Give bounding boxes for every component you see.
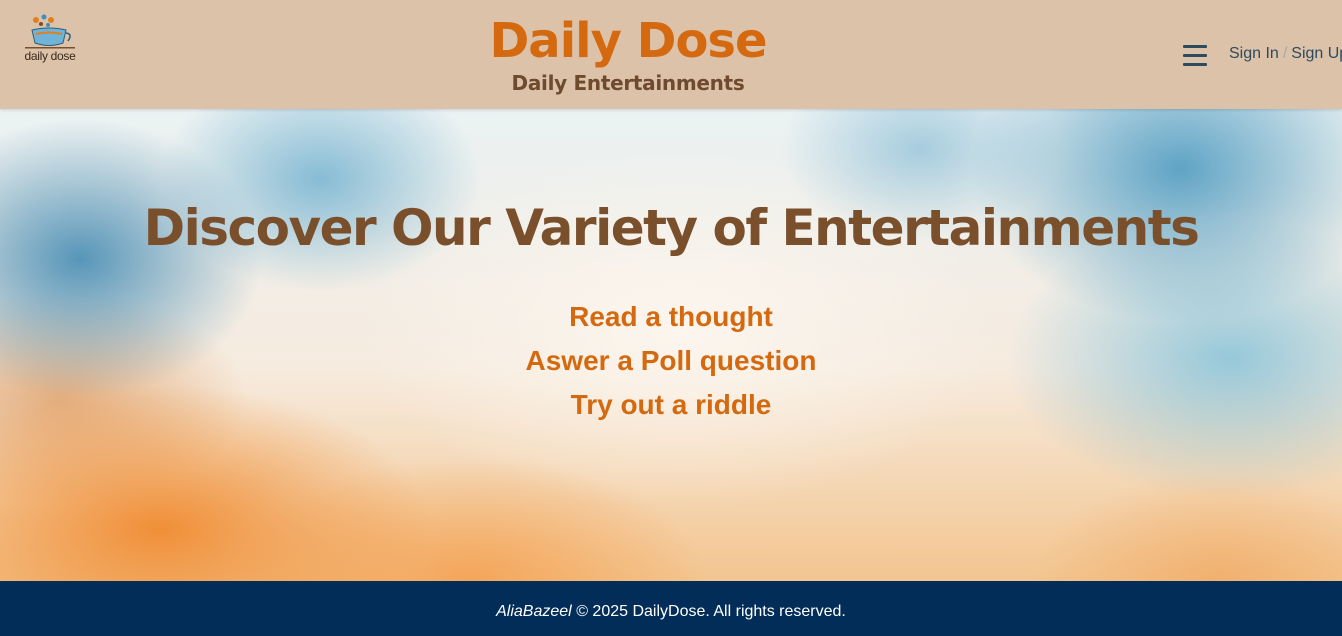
answer-poll-link[interactable]: Aswer a Poll question [0,339,1342,383]
entertainment-options: Read a thought Aswer a Poll question Try… [0,295,1342,427]
footer-author: AliaBazeel [496,603,572,620]
menu-bar-line [1183,63,1207,66]
read-thought-link[interactable]: Read a thought [0,295,1342,339]
brand-subtitle: Daily Entertainments [511,71,745,95]
footer-copyright: © 2025 DailyDose. All rights reserved. [576,603,846,620]
sign-in-link[interactable]: Sign In [1229,45,1279,62]
sign-up-link[interactable]: Sign Up [1291,45,1342,62]
menu-bar-line [1183,54,1207,57]
auth-links: Sign In/Sign Up [1229,44,1342,64]
site-footer: AliaBazeel © 2025 DailyDose. All rights … [0,581,1342,636]
try-riddle-link[interactable]: Try out a riddle [0,383,1342,427]
hamburger-menu-icon[interactable] [1182,43,1208,69]
brand-title: Daily Dose [489,13,767,69]
site-header: daily dose Daily Dose Daily Entertainmen… [0,0,1342,109]
hero-section: Discover Our Variety of Entertainments R… [0,109,1342,581]
brand: Daily Dose Daily Entertainments [430,10,826,96]
logo-caption: daily dose [24,49,76,63]
site-logo[interactable]: daily dose [22,13,78,65]
menu-bar-line [1183,45,1207,48]
hero-title: Discover Our Variety of Entertainments [143,199,1200,257]
auth-separator: / [1282,45,1288,62]
